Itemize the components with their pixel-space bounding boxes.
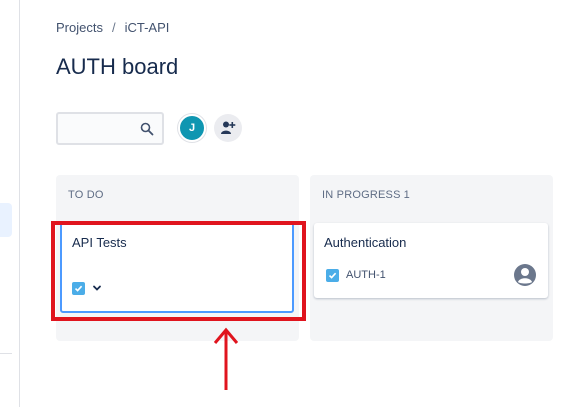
add-people-button[interactable] (214, 114, 242, 142)
add-people-icon (221, 121, 236, 134)
column-title: TO DO (68, 189, 104, 201)
up-arrow-icon (213, 327, 239, 390)
sidebar-divider (0, 353, 12, 354)
breadcrumb: Projects / iCT-API (56, 20, 169, 35)
page-title: AUTH board (56, 54, 179, 79)
left-sidebar (0, 0, 20, 407)
column-in-progress: IN PROGRESS 1 Authentication AUTH-1 (310, 175, 553, 341)
avatar-initial: J (188, 122, 196, 134)
breadcrumb-projects[interactable]: Projects (56, 20, 103, 35)
avatar[interactable]: J (178, 114, 206, 142)
highlight-annotation-box (51, 221, 306, 321)
search-input[interactable] (64, 120, 134, 138)
column-count: 1 (403, 189, 410, 201)
card-authentication[interactable]: Authentication AUTH-1 (314, 223, 548, 298)
assignee-icon[interactable] (513, 263, 537, 287)
column-header-todo: TO DO (68, 189, 104, 201)
breadcrumb-project[interactable]: iCT-API (125, 20, 170, 35)
column-header-in-progress: IN PROGRESS 1 (322, 189, 410, 201)
search-icon[interactable] (140, 122, 154, 136)
breadcrumb-separator: / (111, 20, 116, 35)
issue-key[interactable]: AUTH-1 (346, 269, 386, 281)
search-box[interactable] (56, 112, 164, 145)
column-title: IN PROGRESS (322, 189, 401, 201)
card-title: Authentication (324, 235, 407, 250)
sidebar-active-item[interactable] (0, 203, 12, 237)
checkbox-icon[interactable] (326, 269, 339, 282)
